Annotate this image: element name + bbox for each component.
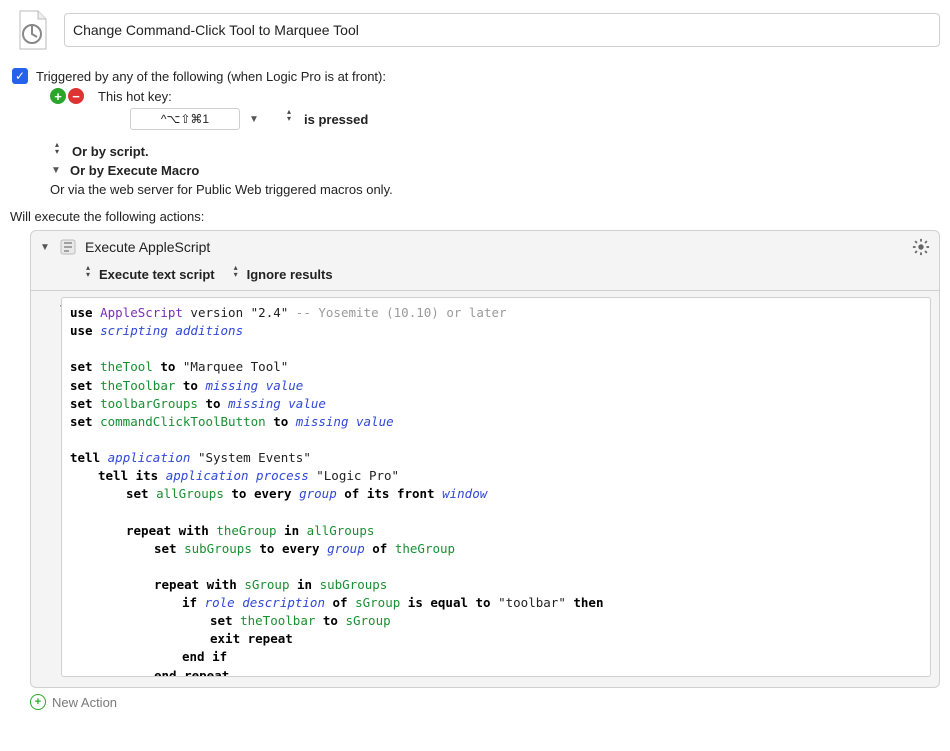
remove-trigger-button[interactable]: − xyxy=(68,88,84,104)
macro-title-input[interactable]: Change Command-Click Tool to Marquee Too… xyxy=(64,13,940,47)
pressed-mode-label: is pressed xyxy=(304,112,368,127)
action-title: Execute AppleScript xyxy=(85,239,210,255)
actions-label: Will execute the following actions: xyxy=(10,209,204,224)
execute-mode-label: Execute text script xyxy=(99,267,215,282)
trigger-label: Triggered by any of the following (when … xyxy=(36,69,386,84)
pressed-mode-stepper[interactable] xyxy=(282,112,296,126)
execute-mode-stepper[interactable] xyxy=(81,268,95,282)
script-trigger-stepper[interactable] xyxy=(50,145,64,159)
hotkey-options-disclose-icon[interactable] xyxy=(248,113,260,125)
or-web-label: Or via the web server for Public Web tri… xyxy=(50,182,393,197)
results-mode-stepper[interactable] xyxy=(229,268,243,282)
trigger-enabled-checkbox[interactable] xyxy=(12,68,28,84)
results-mode-label: Ignore results xyxy=(247,267,333,282)
add-trigger-button[interactable]: + xyxy=(50,88,66,104)
plus-icon: + xyxy=(30,694,46,710)
execute-macro-disclose-icon[interactable] xyxy=(50,165,62,177)
hotkey-label: This hot key: xyxy=(98,89,172,104)
action-panel: Execute AppleScript Execute text script … xyxy=(30,230,940,688)
or-macro-label: Or by Execute Macro xyxy=(70,163,199,178)
action-gear-icon[interactable] xyxy=(911,237,931,257)
action-disclose-icon[interactable] xyxy=(39,241,51,253)
new-action-button[interactable]: + New Action xyxy=(30,694,940,710)
hotkey-input[interactable]: ^⌥⇧⌘1 xyxy=(130,108,240,130)
or-script-label: Or by script. xyxy=(72,144,149,159)
macro-icon xyxy=(10,8,54,52)
macro-title-text: Change Command-Click Tool to Marquee Too… xyxy=(73,22,359,38)
applescript-icon xyxy=(59,238,77,256)
script-textarea[interactable]: use AppleScript version "2.4" -- Yosemit… xyxy=(61,297,931,677)
new-action-label: New Action xyxy=(52,695,117,710)
